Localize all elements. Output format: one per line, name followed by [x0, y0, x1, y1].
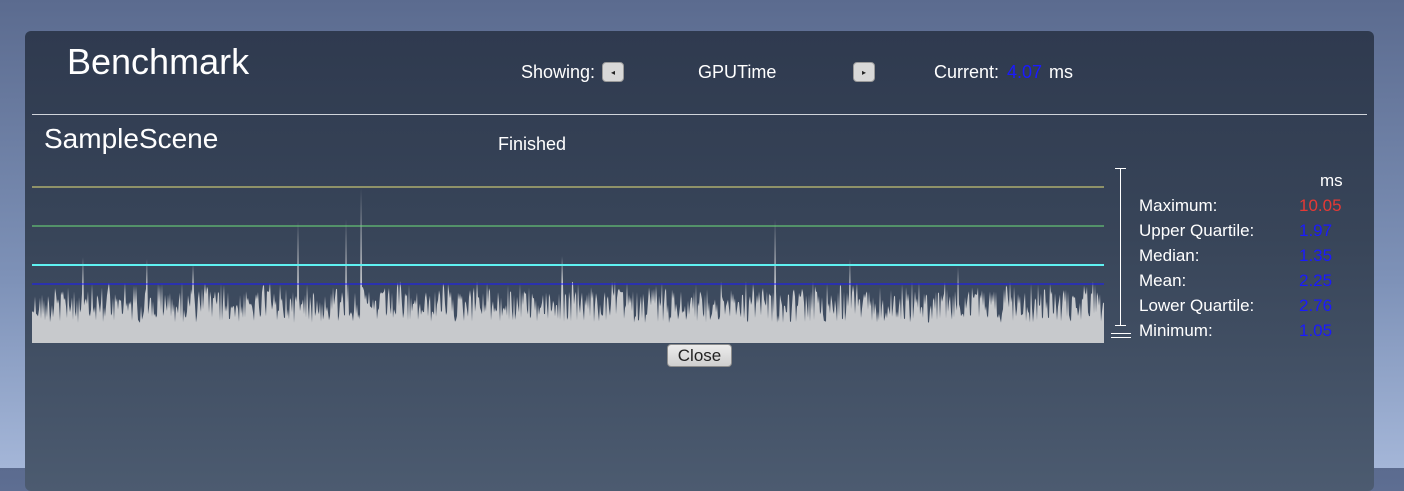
minimum-marker [1111, 333, 1131, 334]
stat-label-median: Median: [1139, 246, 1200, 265]
close-button[interactable]: Close [667, 344, 732, 367]
showing-label: Showing: [521, 62, 596, 82]
frame-time-graph [32, 186, 1104, 343]
stat-value-mean: 2.25 [1299, 271, 1333, 290]
stat-label-maximum: Maximum: [1139, 196, 1218, 215]
arrow-right-icon: ▸ [861, 68, 866, 77]
stat-value-maximum: 10.05 [1299, 196, 1342, 215]
stat-value-lower-quartile: 2.76 [1299, 296, 1333, 315]
status-text: Finished [498, 134, 567, 154]
header-divider [32, 114, 1367, 115]
stats-unit: ms [1320, 171, 1343, 190]
stat-label-upper-quartile: Upper Quartile: [1139, 221, 1255, 240]
metric-name: GPUTime [698, 62, 777, 82]
page-title: Benchmark [67, 41, 250, 82]
previous-metric-button[interactable]: ◂ [602, 62, 624, 82]
stat-label-mean: Mean: [1139, 271, 1187, 290]
range-bar [1120, 168, 1121, 325]
current-value: 4.07 [1007, 62, 1043, 82]
stat-value-minimum: 1.05 [1299, 321, 1333, 340]
range-bar-top-cap [1115, 168, 1126, 169]
minimum-marker [1111, 337, 1131, 338]
stat-value-median: 1.35 [1299, 246, 1333, 265]
next-metric-button[interactable]: ▸ [853, 62, 875, 82]
arrow-left-icon: ◂ [610, 68, 615, 77]
current-unit: ms [1049, 62, 1073, 82]
current-label: Current: [934, 62, 1000, 82]
scene-name: SampleScene [44, 123, 219, 154]
benchmark-panel: Benchmark Showing: ◂ GPUTime ▸ Current: … [25, 31, 1374, 491]
range-bar-bottom-cap [1115, 325, 1126, 326]
stat-label-minimum: Minimum: [1139, 321, 1213, 340]
stat-label-lower-quartile: Lower Quartile: [1139, 296, 1255, 315]
stat-value-upper-quartile: 1.97 [1299, 221, 1333, 240]
